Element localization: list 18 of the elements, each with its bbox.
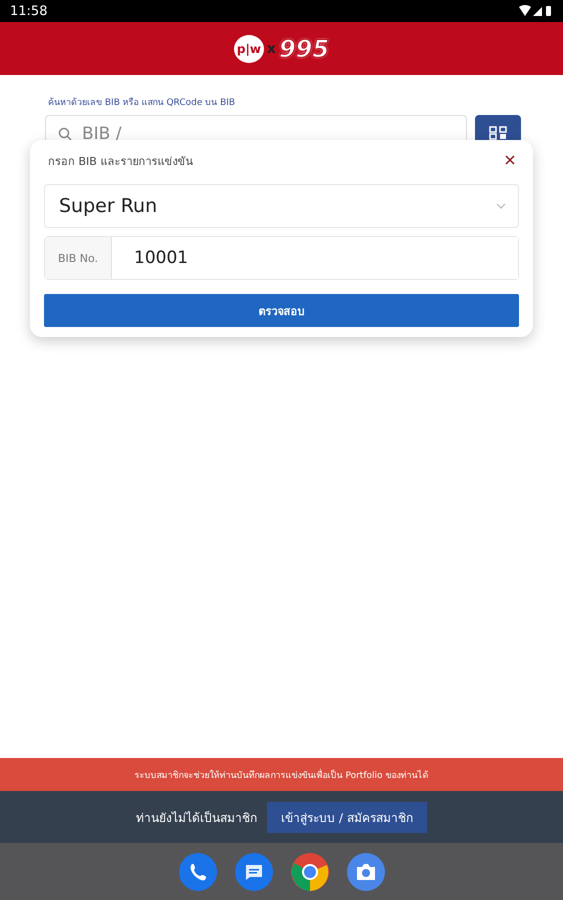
status-icons	[519, 5, 553, 17]
clock: 11:58	[10, 4, 48, 18]
event-select[interactable]: Super Run	[44, 184, 519, 228]
dialog-title: กรอก BIB และรายการแข่งขัน	[48, 154, 194, 170]
bib-input-field[interactable]: BIB No. 10001	[44, 236, 519, 280]
phone-icon[interactable]	[178, 852, 216, 890]
camera-icon[interactable]	[346, 852, 384, 890]
browser-icon[interactable]	[290, 852, 328, 890]
login-register-button[interactable]: เข้าสู่ระบบ / สมัครสมาชิก	[267, 802, 427, 832]
logo-mark: p|w	[234, 34, 264, 62]
message-icon[interactable]	[234, 852, 272, 890]
search-icon	[58, 127, 72, 141]
logo-joiner: x	[266, 40, 276, 56]
check-button[interactable]: ตรวจสอบ	[44, 294, 519, 327]
search-label: ค้นหาด้วยเลข BIB หรือ แสกน QRCode บน BIB	[48, 96, 236, 109]
member-notice: ท่านยังไม่ได้เป็นสมาชิก	[136, 810, 258, 826]
chevron-down-icon	[496, 203, 506, 209]
member-banner: ระบบสมาชิกจะช่วยให้ท่านบันทึกผลการแข่งขันเพื่อเป็น Portfolio ของท่านได้	[0, 758, 563, 791]
